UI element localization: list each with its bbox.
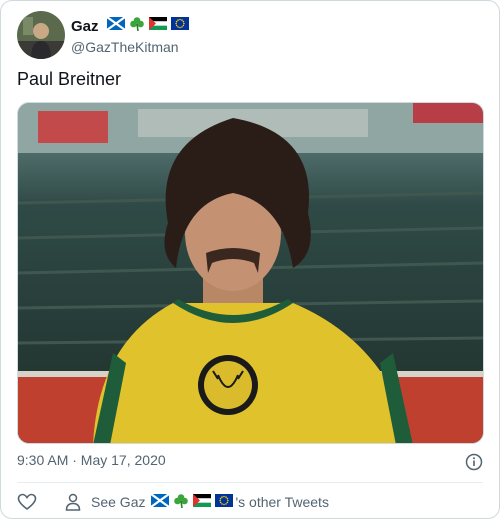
scotland-flag-icon — [150, 493, 171, 510]
author-avatar[interactable] — [17, 11, 65, 59]
palestine-flag-icon — [148, 17, 167, 35]
palestine-flag-icon — [193, 494, 212, 510]
see-other-tweets-suffix: 's other Tweets — [235, 494, 329, 510]
tweet-photo[interactable] — [17, 102, 484, 444]
see-other-tweets-link[interactable]: See Gaz 's other Tweets — [65, 493, 329, 512]
info-icon[interactable] — [465, 453, 483, 471]
person-icon — [65, 493, 81, 511]
tweet-actions: See Gaz 's other Tweets — [17, 491, 329, 513]
author-names: Gaz @GazTheKitman — [71, 11, 189, 59]
see-other-tweets-prefix: See Gaz — [91, 494, 146, 510]
tweet-timestamp[interactable]: 9:30 AM · May 17, 2020 — [17, 452, 166, 468]
shamrock-icon — [129, 16, 145, 37]
tweet-text: Paul Breitner — [17, 69, 122, 89]
name-row: Gaz — [71, 15, 189, 37]
eu-flag-icon — [215, 494, 234, 510]
shamrock-icon — [173, 493, 189, 512]
divider — [17, 482, 483, 483]
author-handle[interactable]: @GazTheKitman — [71, 39, 189, 55]
heart-icon[interactable] — [17, 492, 37, 512]
embedded-tweet-card: Gaz @GazTheKitman Paul Breitner 9:30 AM … — [0, 0, 500, 519]
eu-flag-icon — [170, 17, 189, 35]
author-display-name[interactable]: Gaz — [71, 18, 99, 35]
scotland-flag-icon — [105, 16, 126, 35]
tweet-header: Gaz @GazTheKitman — [17, 11, 189, 59]
